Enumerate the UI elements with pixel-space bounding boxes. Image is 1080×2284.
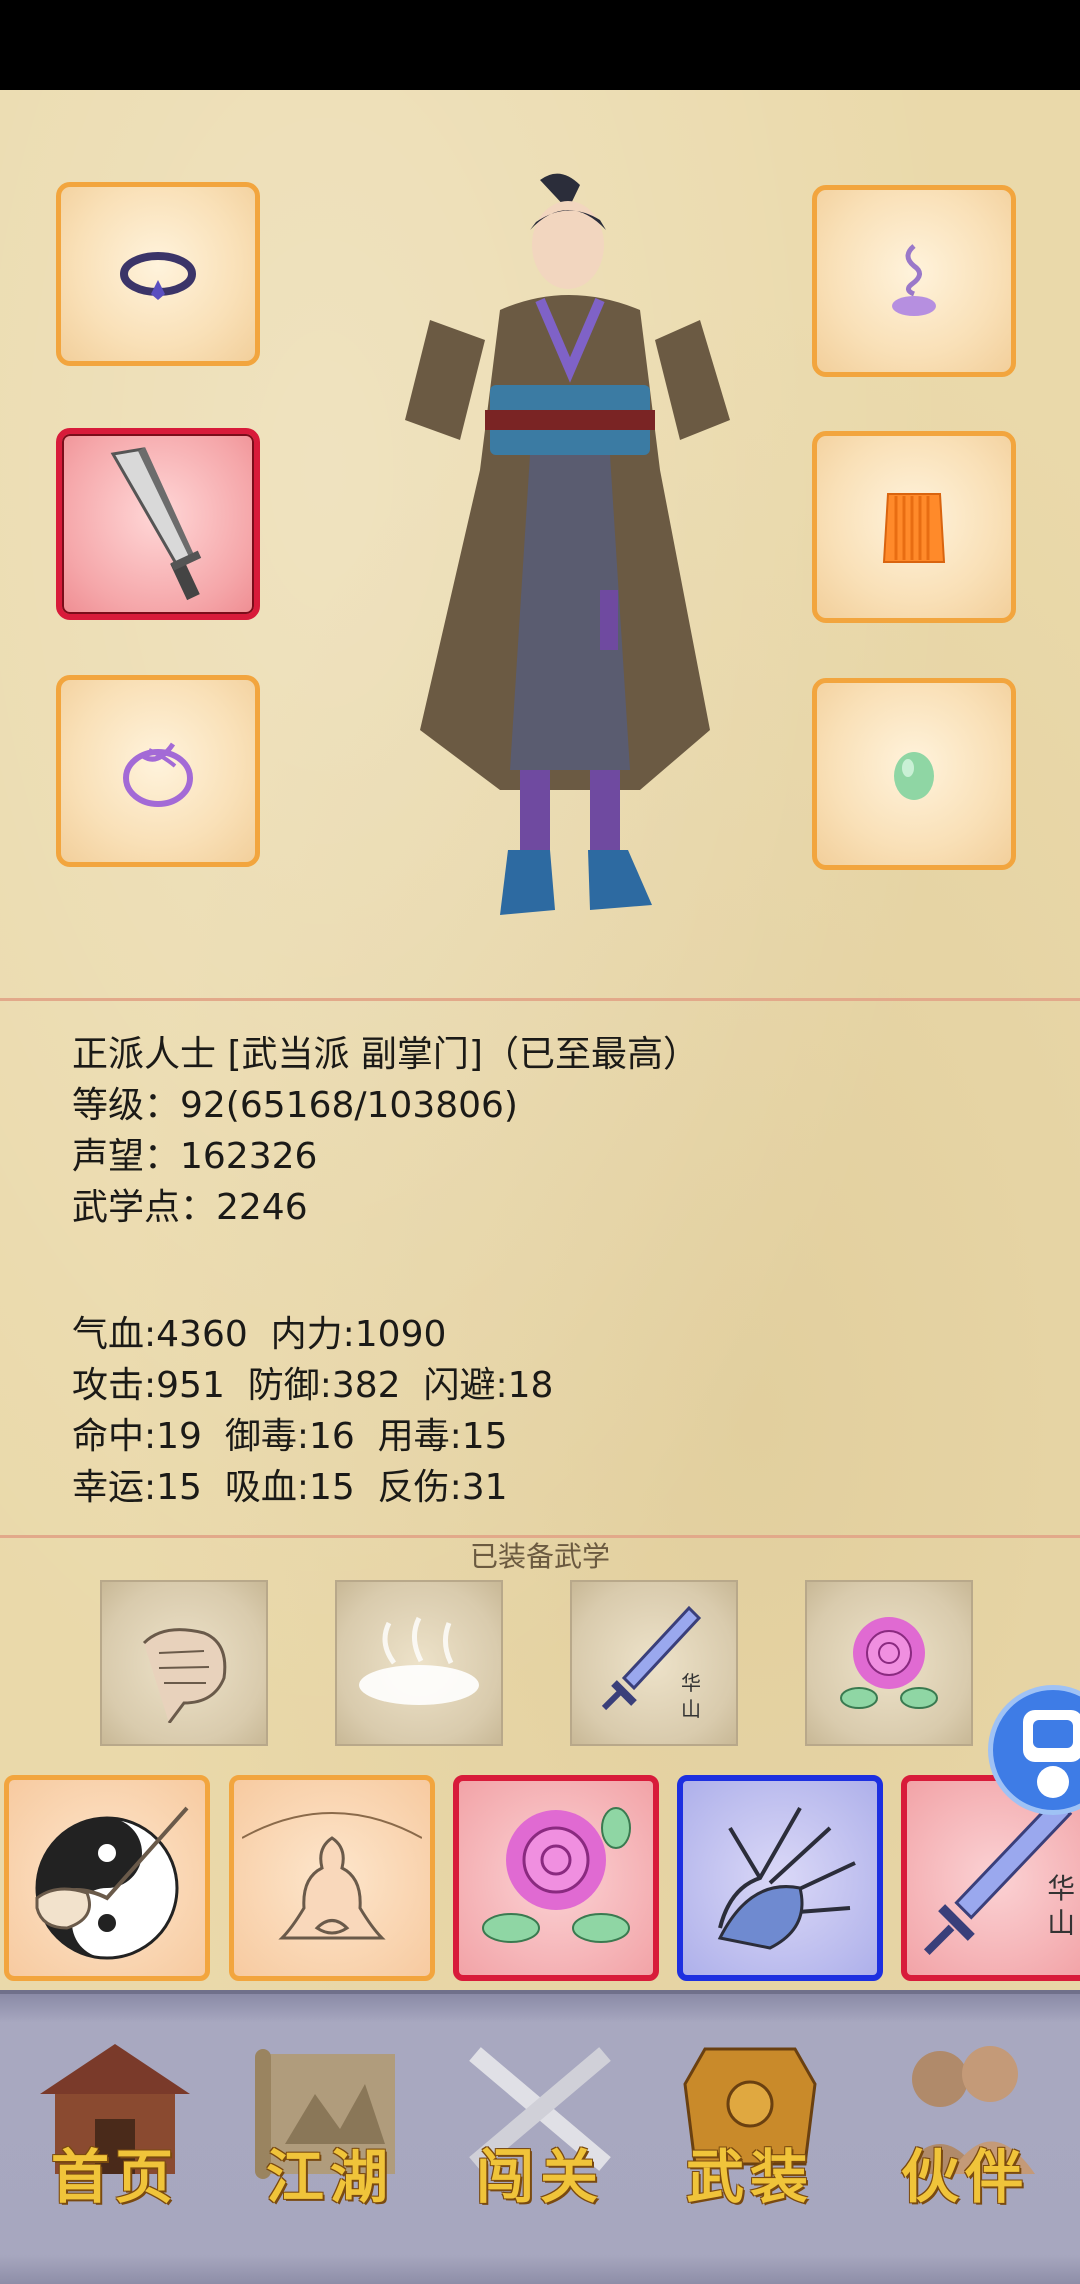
hat-icon xyxy=(892,244,936,316)
huashan-sword-icon: 华 山 xyxy=(601,1605,702,1721)
taiji-hand-icon xyxy=(35,1806,189,1960)
status-bar xyxy=(0,0,1080,90)
character-portrait xyxy=(405,173,730,915)
stats-row-1: 气血:4360 内力:1090 xyxy=(72,1314,447,1355)
equip-slot-armor[interactable] xyxy=(812,431,1016,623)
nav-home[interactable]: 首页 xyxy=(30,2034,200,2224)
bracelet-icon xyxy=(120,252,196,300)
robe-icon xyxy=(882,493,946,563)
bottom-navigation: 首页 江湖 闯关 武装 伙伴 xyxy=(0,1990,1080,2284)
svg-text:山: 山 xyxy=(681,1697,701,1721)
nav-jianghu[interactable]: 江湖 xyxy=(245,2034,415,2224)
skill-slot-3[interactable] xyxy=(453,1775,659,1981)
equipped-martial-tile-1[interactable] xyxy=(100,1580,268,1746)
nav-challenge[interactable]: 闯关 xyxy=(455,2034,625,2224)
equipped-martial-title: 已装备武学 xyxy=(469,1540,610,1573)
ring-icon xyxy=(123,742,193,807)
stats-row-3: 命中:19 御毒:16 用毒:15 xyxy=(72,1416,508,1457)
skill-label-shan: 山 xyxy=(1047,1906,1075,1939)
broadsword-icon xyxy=(110,447,202,601)
profile-title: 正派人士 [武当派 副掌门]（已至最高） xyxy=(72,1034,699,1075)
nav-partner[interactable]: 伙伴 xyxy=(880,2034,1050,2224)
martial-points-text: 武学点：2246 xyxy=(72,1187,308,1228)
palm-icon xyxy=(717,1807,856,1950)
stats-row-4: 幸运:15 吸血:15 反伤:31 xyxy=(72,1467,508,1508)
huashan-sword-icon: 华 山 xyxy=(923,1796,1075,1955)
stats-row-2: 攻击:951 防御:382 闪避:18 xyxy=(72,1365,554,1406)
equip-slot-bracelet[interactable] xyxy=(56,182,260,366)
equip-slot-hat[interactable] xyxy=(812,185,1016,377)
skill-slot-2[interactable] xyxy=(229,1775,435,1981)
skill-slot-1[interactable] xyxy=(4,1775,210,1981)
equip-slot-ring[interactable] xyxy=(56,675,260,867)
jade-icon xyxy=(894,752,934,800)
rose-icon xyxy=(482,1807,631,1943)
nav-partner-label: 伙伴 xyxy=(900,2143,1029,2211)
svg-text:华: 华 xyxy=(681,1671,701,1695)
equipped-martial-tile-4[interactable] xyxy=(805,1580,973,1746)
level-text: 等级：92(65168/103806) xyxy=(72,1085,518,1126)
mist-icon xyxy=(359,1616,479,1705)
equip-slot-jade[interactable] xyxy=(812,678,1016,870)
meditation-icon xyxy=(242,1812,422,1940)
equip-slot-weapon[interactable] xyxy=(56,428,260,620)
nav-equipment[interactable]: 武装 xyxy=(665,2034,835,2224)
equipped-martial-tile-2[interactable] xyxy=(335,1580,503,1746)
robot-icon xyxy=(1023,1710,1080,1798)
fist-icon xyxy=(142,1628,227,1723)
rose-icon xyxy=(840,1617,938,1709)
skill-label-hua: 华 xyxy=(1047,1872,1075,1905)
divider-top xyxy=(0,998,1080,1001)
nav-home-label: 首页 xyxy=(50,2143,179,2211)
skill-slot-4[interactable] xyxy=(677,1775,883,1981)
equipped-martial-tile-3[interactable]: 华 山 xyxy=(570,1580,738,1746)
nav-jianghu-label: 江湖 xyxy=(265,2143,394,2211)
nav-equipment-label: 武装 xyxy=(685,2143,814,2211)
nav-challenge-label: 闯关 xyxy=(475,2143,604,2211)
prestige-text: 声望：162326 xyxy=(72,1136,318,1177)
